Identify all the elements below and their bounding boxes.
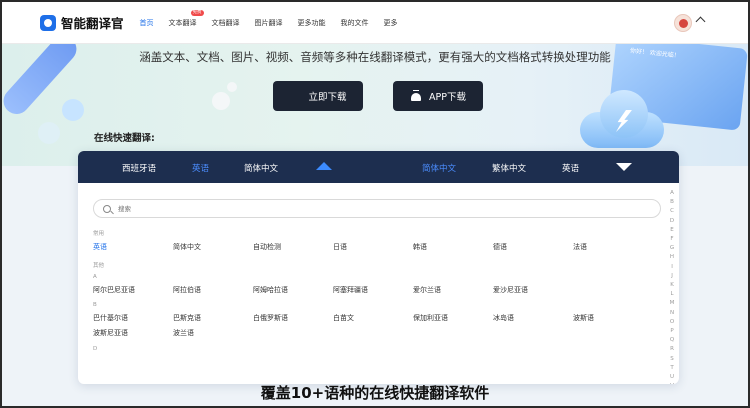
alpha-letter[interactable]: L [668,290,676,299]
windows-icon [289,90,301,102]
lang-option[interactable]: 波斯语 [573,313,594,323]
lang-option[interactable]: 爱尔兰语 [413,285,441,295]
lang-option[interactable]: 爱沙尼亚语 [493,285,528,295]
nav-item-home[interactable]: 首页 [140,18,154,28]
lang-option[interactable]: 阿拉伯语 [173,285,201,295]
source-lang-spanish[interactable]: 西班牙语 [122,162,156,174]
group-label-d: D [93,346,98,352]
lang-option[interactable]: 白俄罗斯语 [253,313,288,323]
decorative-ball [227,82,237,92]
alpha-letter[interactable]: B [668,198,676,207]
nav-item-more[interactable]: 更多 [384,18,398,28]
group-label-other: 其他 [93,263,105,269]
android-icon [410,90,422,102]
alpha-letter[interactable]: R [668,345,676,354]
lang-option[interactable]: 阿塞拜疆语 [333,285,368,295]
nav-item-more-features[interactable]: 更多功能 [298,18,326,28]
triangle-down-icon[interactable] [616,163,632,171]
logo-icon [40,14,56,31]
lang-option[interactable]: 白苗文 [333,313,354,323]
nav-item-image-translate[interactable]: 图片翻译 [255,18,283,28]
alpha-letter[interactable]: E [668,226,676,235]
hero-banner: 你好！ 欢迎光临！ 涵盖文本、文档、图片、视频、音频等多种在线翻译模式，更有强大… [2,44,748,166]
target-lang-english[interactable]: 英语 [562,162,579,174]
section-title: 在线快速翻译: [94,133,155,144]
lang-option[interactable]: 保加利亚语 [413,313,448,323]
alpha-letter[interactable]: G [668,244,676,253]
alpha-letter[interactable]: C [668,207,676,216]
alpha-letter[interactable]: F [668,235,676,244]
lang-option[interactable]: 自动检测 [253,242,281,252]
language-tab-bar: 西班牙语 英语 简体中文 简体中文 繁体中文 英语 [78,151,679,183]
lang-option[interactable]: 巴斯克语 [173,313,201,323]
lang-option[interactable]: 简体中文 [173,242,201,252]
alpha-letter[interactable]: K [668,281,676,290]
lang-option[interactable]: 法语 [573,242,587,252]
top-nav-bar: 智能翻译官 首页 文本翻译 免费 文档翻译 图片翻译 更多功能 我的文件 更多 [2,2,748,44]
search-input[interactable] [118,204,618,213]
hero-tagline: 涵盖文本、文档、图片、视频、音频等多种在线翻译模式，更有强大的文档格式转换处理功… [139,50,611,64]
lang-option[interactable]: 波斯尼亚语 [93,328,128,338]
alpha-letter[interactable]: O [668,318,676,327]
decorative-ball [212,92,230,110]
main-nav: 首页 文本翻译 免费 文档翻译 图片翻译 更多功能 我的文件 更多 [140,2,413,44]
group-label-b: B [93,302,97,308]
alpha-letter[interactable]: A [668,189,676,198]
alpha-letter[interactable]: N [668,309,676,318]
lang-option[interactable]: 冰岛语 [493,313,514,323]
nav-item-doc-translate[interactable]: 文档翻译 [212,18,240,28]
target-lang-chinese[interactable]: 简体中文 [422,162,456,174]
lang-option[interactable]: 阿姆哈拉语 [253,285,288,295]
decorative-bubble [62,99,84,121]
lang-option[interactable]: 德语 [493,242,507,252]
triangle-up-icon[interactable] [316,162,332,170]
source-lang-chinese[interactable]: 简体中文 [244,162,278,174]
app-download-button[interactable]: APP下载 [393,81,483,111]
lang-option[interactable]: 巴什基尔语 [93,313,128,323]
logo[interactable]: 智能翻译官 [40,13,124,32]
lang-option[interactable]: 阿尔巴尼亚语 [93,285,135,295]
alpha-letter[interactable]: J [668,272,676,281]
windows-download-button[interactable]: 立即下载 [273,81,363,111]
alpha-letter[interactable]: S [668,355,676,364]
language-search[interactable] [93,199,661,218]
language-selector-panel: 西班牙语 英语 简体中文 简体中文 繁体中文 英语 常用 英语 简体中文 自动检… [78,151,679,384]
chevron-up-icon[interactable] [695,16,706,27]
alpha-letter[interactable]: I [668,263,676,272]
feature-heading: 覆盖10+语种的在线快捷翻译软件 [260,384,490,402]
cloud-lightning-illustration [580,88,668,150]
logo-text: 智能翻译官 [61,16,124,31]
group-label-a: A [93,274,97,280]
lang-option[interactable]: 波兰语 [173,328,194,338]
avatar[interactable] [674,14,692,32]
page: 智能翻译官 首页 文本翻译 免费 文档翻译 图片翻译 更多功能 我的文件 更多 … [0,0,750,408]
lang-option[interactable]: 英语 [93,242,107,252]
nav-item-text-translate[interactable]: 文本翻译 免费 [168,9,204,28]
group-label-common: 常用 [93,231,105,237]
free-badge: 免费 [190,9,204,16]
alpha-letter[interactable]: P [668,327,676,336]
alphabet-index: A B C D E F G H I J K L M N O P Q R S T … [668,189,676,384]
target-lang-traditional[interactable]: 繁体中文 [492,162,526,174]
lang-option[interactable]: 韩语 [413,242,427,252]
app-download-label: APP下载 [429,92,466,103]
windows-download-label: 立即下载 [308,92,347,103]
lang-option[interactable]: 日语 [333,242,347,252]
alpha-letter[interactable]: D [668,217,676,226]
alpha-letter[interactable]: M [668,299,676,308]
alpha-letter[interactable]: T [668,364,676,373]
nav-item-my-files[interactable]: 我的文件 [341,18,369,28]
search-icon [103,204,111,213]
alpha-letter[interactable]: Q [668,336,676,345]
decorative-bubble [38,122,60,144]
alpha-letter[interactable]: H [668,253,676,262]
nav-item-label: 文本翻译 [168,18,197,27]
alpha-letter[interactable]: U [668,373,676,382]
source-lang-english[interactable]: 英语 [192,162,209,174]
